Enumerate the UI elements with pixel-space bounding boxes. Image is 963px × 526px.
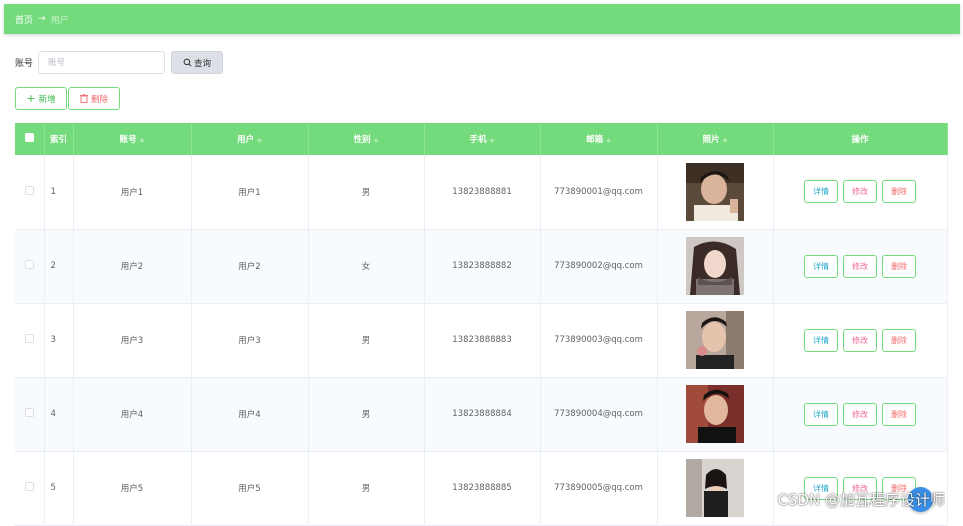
add-button[interactable]: + 新增: [15, 87, 67, 110]
cell-user: 用户4: [191, 377, 309, 452]
action-bar: + 新增 删除: [15, 87, 120, 110]
breadcrumb-current: 用户: [50, 15, 69, 26]
edit-button[interactable]: 修改: [843, 254, 877, 278]
cell-account: 用户3: [73, 303, 192, 378]
table-row: 1 用户1 用户1 男 13823888881 773890001@qq.com…: [15, 155, 948, 230]
table-row: 3 用户3 用户3 男 13823888883 773890003@qq.com…: [15, 303, 948, 378]
cell-account: 用户4: [73, 377, 192, 452]
cell-phone: 13823888882: [424, 229, 541, 304]
sort-icon: ◆: [722, 137, 728, 144]
user-photo[interactable]: [686, 459, 744, 517]
search-icon: [183, 58, 192, 67]
sort-icon: ◆: [139, 137, 145, 144]
header-gender[interactable]: 性别 ◆: [308, 123, 425, 155]
cell-index: 3: [44, 303, 74, 378]
user-photo[interactable]: [686, 162, 744, 221]
cell-account: 用户2: [73, 229, 192, 304]
table-row: 4 用户4 用户4 男 13823888884 773890004@qq.com…: [15, 377, 948, 452]
cell-user: 用户1: [191, 155, 309, 230]
header-phone[interactable]: 手机 ◆: [424, 123, 541, 155]
user-table: 索引 账号 ◆ 用户 ◆ 性别 ◆ 手机 ◆ 邮箱 ◆ 照片 ◆ 操作 1 用户1 用户1 …: [15, 123, 948, 526]
sort-icon: ◆: [257, 137, 262, 144]
user-photo[interactable]: [686, 311, 744, 369]
add-button-label: 新增: [38, 94, 56, 105]
header-email[interactable]: 邮箱 ◆: [540, 123, 658, 155]
user-photo[interactable]: [686, 385, 744, 443]
cell-email: 773890005@qq.com: [540, 451, 658, 526]
search-form: 账号 查询: [15, 51, 223, 74]
detail-button[interactable]: 详情: [804, 254, 838, 278]
table-header: 索引 账号 ◆ 用户 ◆ 性别 ◆ 手机 ◆ 邮箱 ◆ 照片 ◆ 操作: [15, 123, 948, 155]
cell-user: 用户5: [191, 451, 309, 526]
user-photo[interactable]: [686, 237, 744, 295]
edit-button[interactable]: 修改: [843, 328, 877, 352]
search-label: 账号: [15, 59, 34, 69]
header-user[interactable]: 用户 ◆: [191, 123, 309, 155]
header-ops: 操作: [773, 123, 948, 155]
table-row: 5 用户5 用户5 男 13823888885 773890005@qq.com…: [15, 451, 948, 526]
delete-button[interactable]: 删除: [882, 402, 916, 426]
delete-button[interactable]: 删除: [882, 180, 916, 204]
cell-email: 773890004@qq.com: [540, 377, 658, 452]
breadcrumb-home[interactable]: 首页: [15, 13, 33, 26]
cell-email: 773890003@qq.com: [540, 303, 658, 378]
breadcrumb: 首页 → 用户: [4, 4, 960, 34]
row-checkbox[interactable]: [24, 482, 34, 491]
select-all-checkbox[interactable]: [24, 133, 34, 142]
cell-index: 4: [44, 377, 74, 452]
batch-delete-label: 删除: [90, 94, 108, 105]
header-photo[interactable]: 照片 ◆: [657, 123, 774, 155]
cell-gender: 男: [308, 303, 425, 378]
cell-gender: 男: [308, 155, 425, 230]
sort-icon: ◆: [489, 137, 495, 144]
batch-delete-button[interactable]: 删除: [68, 87, 120, 110]
cell-phone: 13823888883: [424, 303, 541, 378]
cell-email: 773890002@qq.com: [540, 229, 658, 304]
breadcrumb-separator: →: [38, 14, 46, 24]
detail-button[interactable]: 详情: [804, 180, 838, 204]
watermark-text: CSDN @加瓦程序设计师: [777, 491, 945, 509]
edit-button[interactable]: 修改: [843, 402, 877, 426]
header-index: 索引: [44, 123, 74, 155]
row-checkbox[interactable]: [24, 408, 34, 417]
cell-account: 用户5: [73, 451, 192, 526]
cell-email: 773890001@qq.com: [540, 155, 658, 230]
trash-icon: [79, 94, 88, 103]
plus-icon: +: [26, 92, 36, 105]
sort-icon: ◆: [373, 137, 379, 144]
select-all-cell: [15, 123, 45, 155]
row-checkbox[interactable]: [24, 260, 34, 269]
account-search-input[interactable]: [38, 51, 165, 74]
detail-button[interactable]: 详情: [804, 328, 838, 352]
sort-icon: ◆: [606, 137, 611, 144]
header-account[interactable]: 账号 ◆: [73, 123, 192, 155]
cell-gender: 男: [308, 451, 425, 526]
cell-user: 用户3: [191, 303, 309, 378]
cell-gender: 女: [308, 229, 425, 304]
delete-button[interactable]: 删除: [882, 254, 916, 278]
cell-index: 2: [44, 229, 74, 304]
query-button[interactable]: 查询: [171, 51, 223, 74]
query-button-label: 查询: [193, 58, 211, 69]
detail-button[interactable]: 详情: [804, 402, 838, 426]
cell-user: 用户2: [191, 229, 309, 304]
cell-phone: 13823888885: [424, 451, 541, 526]
cell-account: 用户1: [73, 155, 192, 230]
edit-button[interactable]: 修改: [843, 180, 877, 204]
cell-phone: 13823888881: [424, 155, 541, 230]
row-checkbox[interactable]: [24, 185, 34, 195]
table-row: 2 用户2 用户2 女 13823888882 773890002@qq.com…: [15, 229, 948, 304]
cell-phone: 13823888884: [424, 377, 541, 452]
delete-button[interactable]: 删除: [882, 328, 916, 352]
cell-gender: 男: [308, 377, 425, 452]
cell-index: 1: [44, 155, 74, 230]
cell-index: 5: [44, 451, 74, 526]
row-checkbox[interactable]: [24, 334, 34, 343]
